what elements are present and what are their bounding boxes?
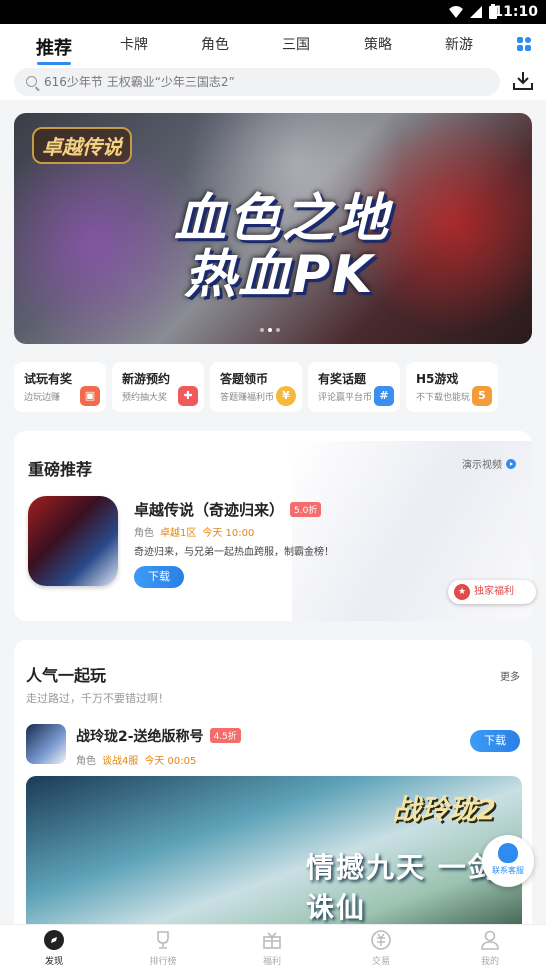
tab-three-kingdoms[interactable]: 三国 <box>271 34 321 54</box>
coin-icon: ¥ <box>276 386 296 406</box>
discount-badge: 4.5折 <box>209 728 241 743</box>
gift-box-icon <box>263 932 281 949</box>
customer-service-button[interactable]: 联系客服 <box>482 835 534 887</box>
category-grid-icon[interactable] <box>516 36 532 52</box>
promo-banner[interactable]: 卓越传说 血色之地 热血PK <box>14 113 532 344</box>
quick-links: 试玩有奖 边玩边赚 ▣ 新游预约 预约抽大奖 ✚ 答题领币 答题赚福利币 ¥ 有… <box>14 362 532 412</box>
game-meta: 角色 谈战4服 今天 00:05 <box>76 756 197 767</box>
demo-video-link[interactable]: 演示视频 <box>462 456 516 471</box>
section-title: 重磅推荐 <box>28 460 93 479</box>
status-time: 11:10 <box>493 4 538 20</box>
banner-game-logo: 战玲珑2 <box>392 793 496 826</box>
search-icon <box>26 76 37 87</box>
nav-ranking[interactable]: 排行榜 <box>133 929 193 967</box>
bottom-nav: 发现 排行榜 福利 交易 我的 <box>0 924 546 972</box>
section-title: 人气一起玩 <box>26 666 107 685</box>
featured-download-button[interactable]: 下载 <box>134 566 184 588</box>
status-bar: 11:10 <box>0 0 546 24</box>
html5-icon: 5 <box>472 386 492 406</box>
carousel-indicator <box>258 317 282 336</box>
popular-section: 人气一起玩 更多 走过路过，千万不要错过啊！ 战玲珑2-送绝版称号 4.5折 角色… <box>14 640 532 940</box>
quick-link-topic[interactable]: 有奖话题 评论赢平台币 # <box>308 362 400 412</box>
quick-link-trial-reward[interactable]: 试玩有奖 边玩边赚 ▣ <box>14 362 106 412</box>
section-subtitle: 走过路过，千万不要错过啊！ <box>26 692 169 705</box>
search-placeholder: 616少年节 王权霸业“少年三国志2” <box>44 75 235 89</box>
nav-mine[interactable]: 我的 <box>460 929 520 967</box>
tab-recommend[interactable]: 推荐 <box>29 34 79 65</box>
nav-trade[interactable]: 交易 <box>351 929 411 967</box>
exchange-icon <box>371 930 391 950</box>
trophy-icon <box>157 931 169 949</box>
gift-icon: ▣ <box>80 386 100 406</box>
featured-game-name[interactable]: 卓越传说（奇迹归来） 5.0折 <box>134 499 322 520</box>
quick-link-quiz[interactable]: 答题领币 答题赚福利币 ¥ <box>210 362 302 412</box>
discount-badge: 5.0折 <box>290 502 322 517</box>
quick-link-preorder[interactable]: 新游预约 预约抽大奖 ✚ <box>112 362 204 412</box>
download-button[interactable]: 下载 <box>470 730 520 752</box>
download-manager-icon[interactable] <box>512 70 534 92</box>
search-input[interactable]: 616少年节 王权霸业“少年三国志2” <box>14 68 500 96</box>
game-promo-banner[interactable]: 战玲珑2 情撼九天 一剑诛仙 <box>26 776 522 940</box>
star-icon: ★ <box>454 584 470 600</box>
nav-welfare[interactable]: 福利 <box>242 929 302 967</box>
quick-link-h5[interactable]: H5游戏 不下载也能玩 5 <box>406 362 498 412</box>
chat-icon <box>498 843 518 863</box>
signal-icon <box>470 6 482 18</box>
user-icon <box>481 930 499 950</box>
tab-card[interactable]: 卡牌 <box>109 34 159 54</box>
more-link[interactable]: 更多 <box>500 668 520 683</box>
exclusive-welfare-button[interactable]: ★ 独家福利 <box>448 580 536 604</box>
hashtag-icon: # <box>374 386 394 406</box>
tab-rpg[interactable]: 角色 <box>190 34 240 54</box>
featured-game-description: 奇迹归来，与兄弟一起热血跨服，制霸金榜！ <box>134 547 334 558</box>
wifi-icon <box>449 6 463 18</box>
game-icon[interactable] <box>26 724 66 764</box>
featured-game-meta: 角色 卓越1区 今天 10:00 <box>134 528 255 539</box>
game-name[interactable]: 战玲珑2-送绝版称号 4.5折 <box>76 726 241 746</box>
gamepad-icon: ✚ <box>178 386 198 406</box>
banner-game-logo: 卓越传说 <box>32 127 132 164</box>
tab-strategy[interactable]: 策略 <box>353 34 403 54</box>
featured-game-icon[interactable] <box>28 496 118 586</box>
compass-icon <box>44 930 64 950</box>
nav-discover[interactable]: 发现 <box>24 929 84 967</box>
play-icon <box>506 459 516 469</box>
top-header: 推荐 卡牌 角色 三国 策略 新游 616少年节 王权霸业“少年三国志2” <box>0 24 546 100</box>
tab-new-games[interactable]: 新游 <box>434 34 484 54</box>
banner-headline: 血色之地 热血PK <box>174 189 391 305</box>
